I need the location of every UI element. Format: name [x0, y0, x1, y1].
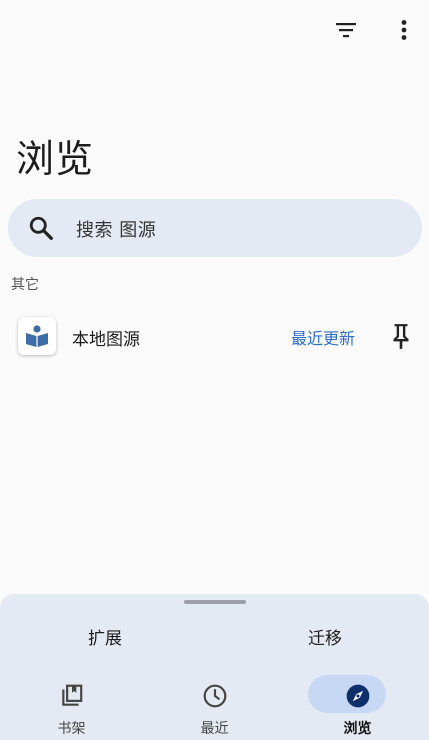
nav-item-bookshelf[interactable]: 书架: [0, 674, 143, 740]
nav-label: 书架: [57, 721, 86, 737]
source-icon: [18, 317, 56, 355]
filter-button[interactable]: [326, 10, 366, 50]
nav-label: 浏览: [343, 721, 372, 737]
more-options-button[interactable]: [384, 10, 424, 50]
nav-item-recent[interactable]: 最近: [143, 674, 286, 740]
search-icon: [29, 216, 53, 240]
compass-icon: [346, 684, 369, 708]
clock-icon: [203, 684, 226, 708]
bottom-sheet: 扩展 迁移 书架 最近 浏览: [0, 594, 429, 740]
search-bar[interactable]: 搜索 图源: [8, 199, 422, 257]
search-input[interactable]: 搜索 图源: [76, 216, 156, 242]
nav-icon: [58, 682, 86, 710]
tab-extensions[interactable]: 扩展: [88, 624, 122, 649]
bookshelf-icon: [61, 684, 82, 706]
nav-icon: [344, 682, 372, 710]
more-vert-icon: [401, 20, 407, 40]
tab-migrate[interactable]: 迁移: [308, 624, 342, 649]
pin-icon[interactable]: [388, 322, 414, 350]
latest-button[interactable]: 最近更新: [291, 325, 355, 349]
book-icon: [26, 325, 48, 347]
drag-handle[interactable]: [184, 600, 246, 604]
source-row-local[interactable]: 本地图源 最近更新: [0, 310, 429, 362]
filter-icon: [336, 23, 356, 38]
nav-item-browse[interactable]: 浏览: [286, 674, 429, 740]
nav-icon: [201, 682, 229, 710]
nav-label: 最近: [200, 721, 229, 737]
section-header: 其它: [11, 277, 39, 293]
top-app-bar: [0, 0, 429, 60]
source-name: 本地图源: [72, 330, 140, 350]
page-title: 浏览: [16, 137, 95, 181]
